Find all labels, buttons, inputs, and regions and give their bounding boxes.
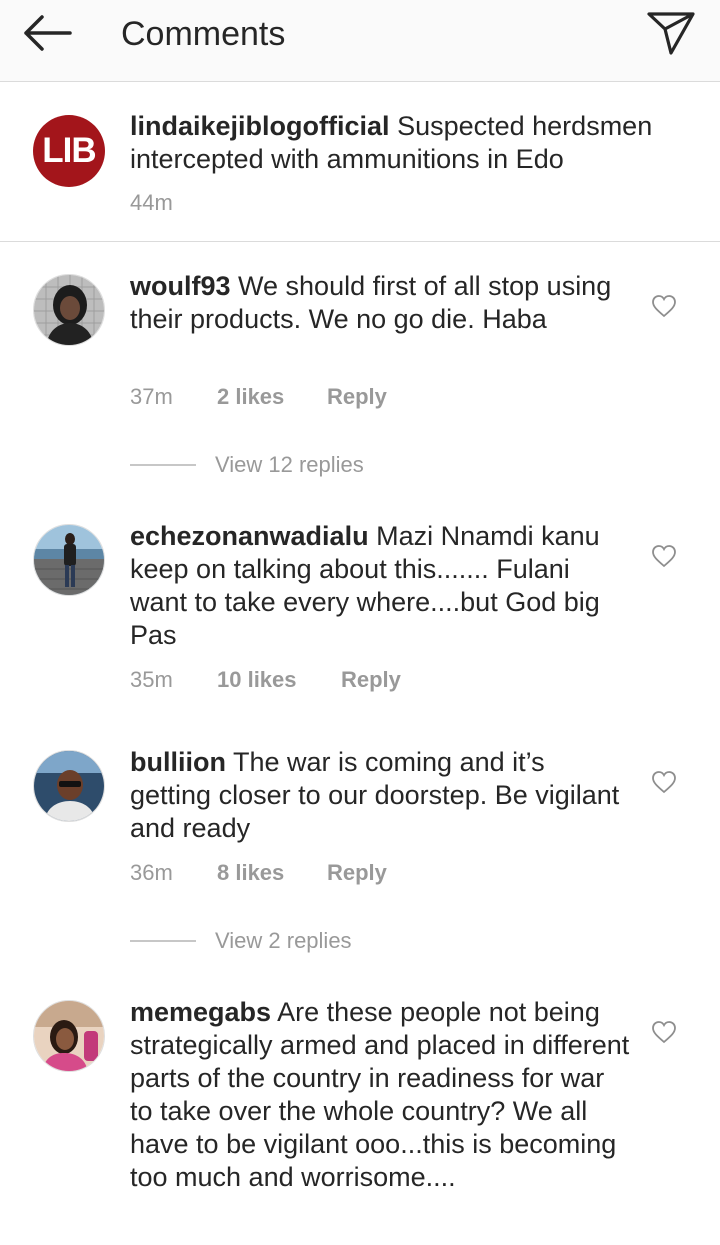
comment-username[interactable]: memegabs: [130, 997, 271, 1027]
comment-text: echezonanwadialu Mazi Nnamdi kanu keep o…: [130, 520, 630, 652]
comment-username[interactable]: woulf93: [130, 271, 231, 301]
likes-count[interactable]: 8 likes: [217, 860, 284, 886]
comment-username[interactable]: echezonanwadialu: [130, 521, 369, 551]
view-replies-label: View 12 replies: [215, 452, 364, 477]
post-caption: LIB lindaikejiblogofficial Suspected her…: [0, 82, 720, 242]
comment-username[interactable]: bulliion: [130, 747, 226, 777]
heart-icon[interactable]: [651, 294, 677, 318]
comment-text: memegabs Are these people not being stra…: [130, 996, 630, 1194]
heart-icon[interactable]: [651, 1020, 677, 1044]
avatar[interactable]: [33, 524, 105, 596]
caption-timestamp: 44m: [130, 190, 173, 215]
comment-timestamp: 35m: [130, 667, 173, 692]
back-button[interactable]: [20, 10, 76, 56]
reply-button[interactable]: Reply: [327, 384, 387, 410]
share-button[interactable]: [644, 9, 698, 57]
reply-button[interactable]: Reply: [327, 860, 387, 886]
reply-button[interactable]: Reply: [341, 667, 401, 693]
comment-text: woulf93 We should first of all stop usin…: [130, 270, 630, 336]
arrow-left-icon: [24, 15, 72, 51]
lib-logo-avatar[interactable]: LIB: [33, 115, 105, 187]
heart-icon[interactable]: [651, 770, 677, 794]
likes-count[interactable]: 2 likes: [217, 384, 284, 410]
top-bar: Comments: [0, 0, 720, 82]
view-replies-label: View 2 replies: [215, 928, 352, 953]
likes-count[interactable]: 10 likes: [217, 667, 297, 693]
direct-send-icon: [647, 12, 695, 55]
avatar[interactable]: [33, 750, 105, 822]
caption-username[interactable]: lindaikejiblogofficial: [130, 111, 390, 141]
comment-timestamp: 36m: [130, 860, 173, 885]
avatar[interactable]: [33, 274, 105, 346]
page-title: Comments: [121, 15, 286, 53]
divider-line: [130, 940, 196, 942]
view-replies-button[interactable]: View 12 replies: [130, 450, 530, 480]
comment-text: bulliion The war is coming and it’s gett…: [130, 746, 630, 845]
view-replies-button[interactable]: View 2 replies: [130, 926, 530, 956]
caption-text: lindaikejiblogofficial Suspected herdsme…: [130, 110, 690, 176]
avatar[interactable]: [33, 1000, 105, 1072]
divider-line: [130, 464, 196, 466]
heart-icon[interactable]: [651, 544, 677, 568]
comment-timestamp: 37m: [130, 384, 173, 409]
